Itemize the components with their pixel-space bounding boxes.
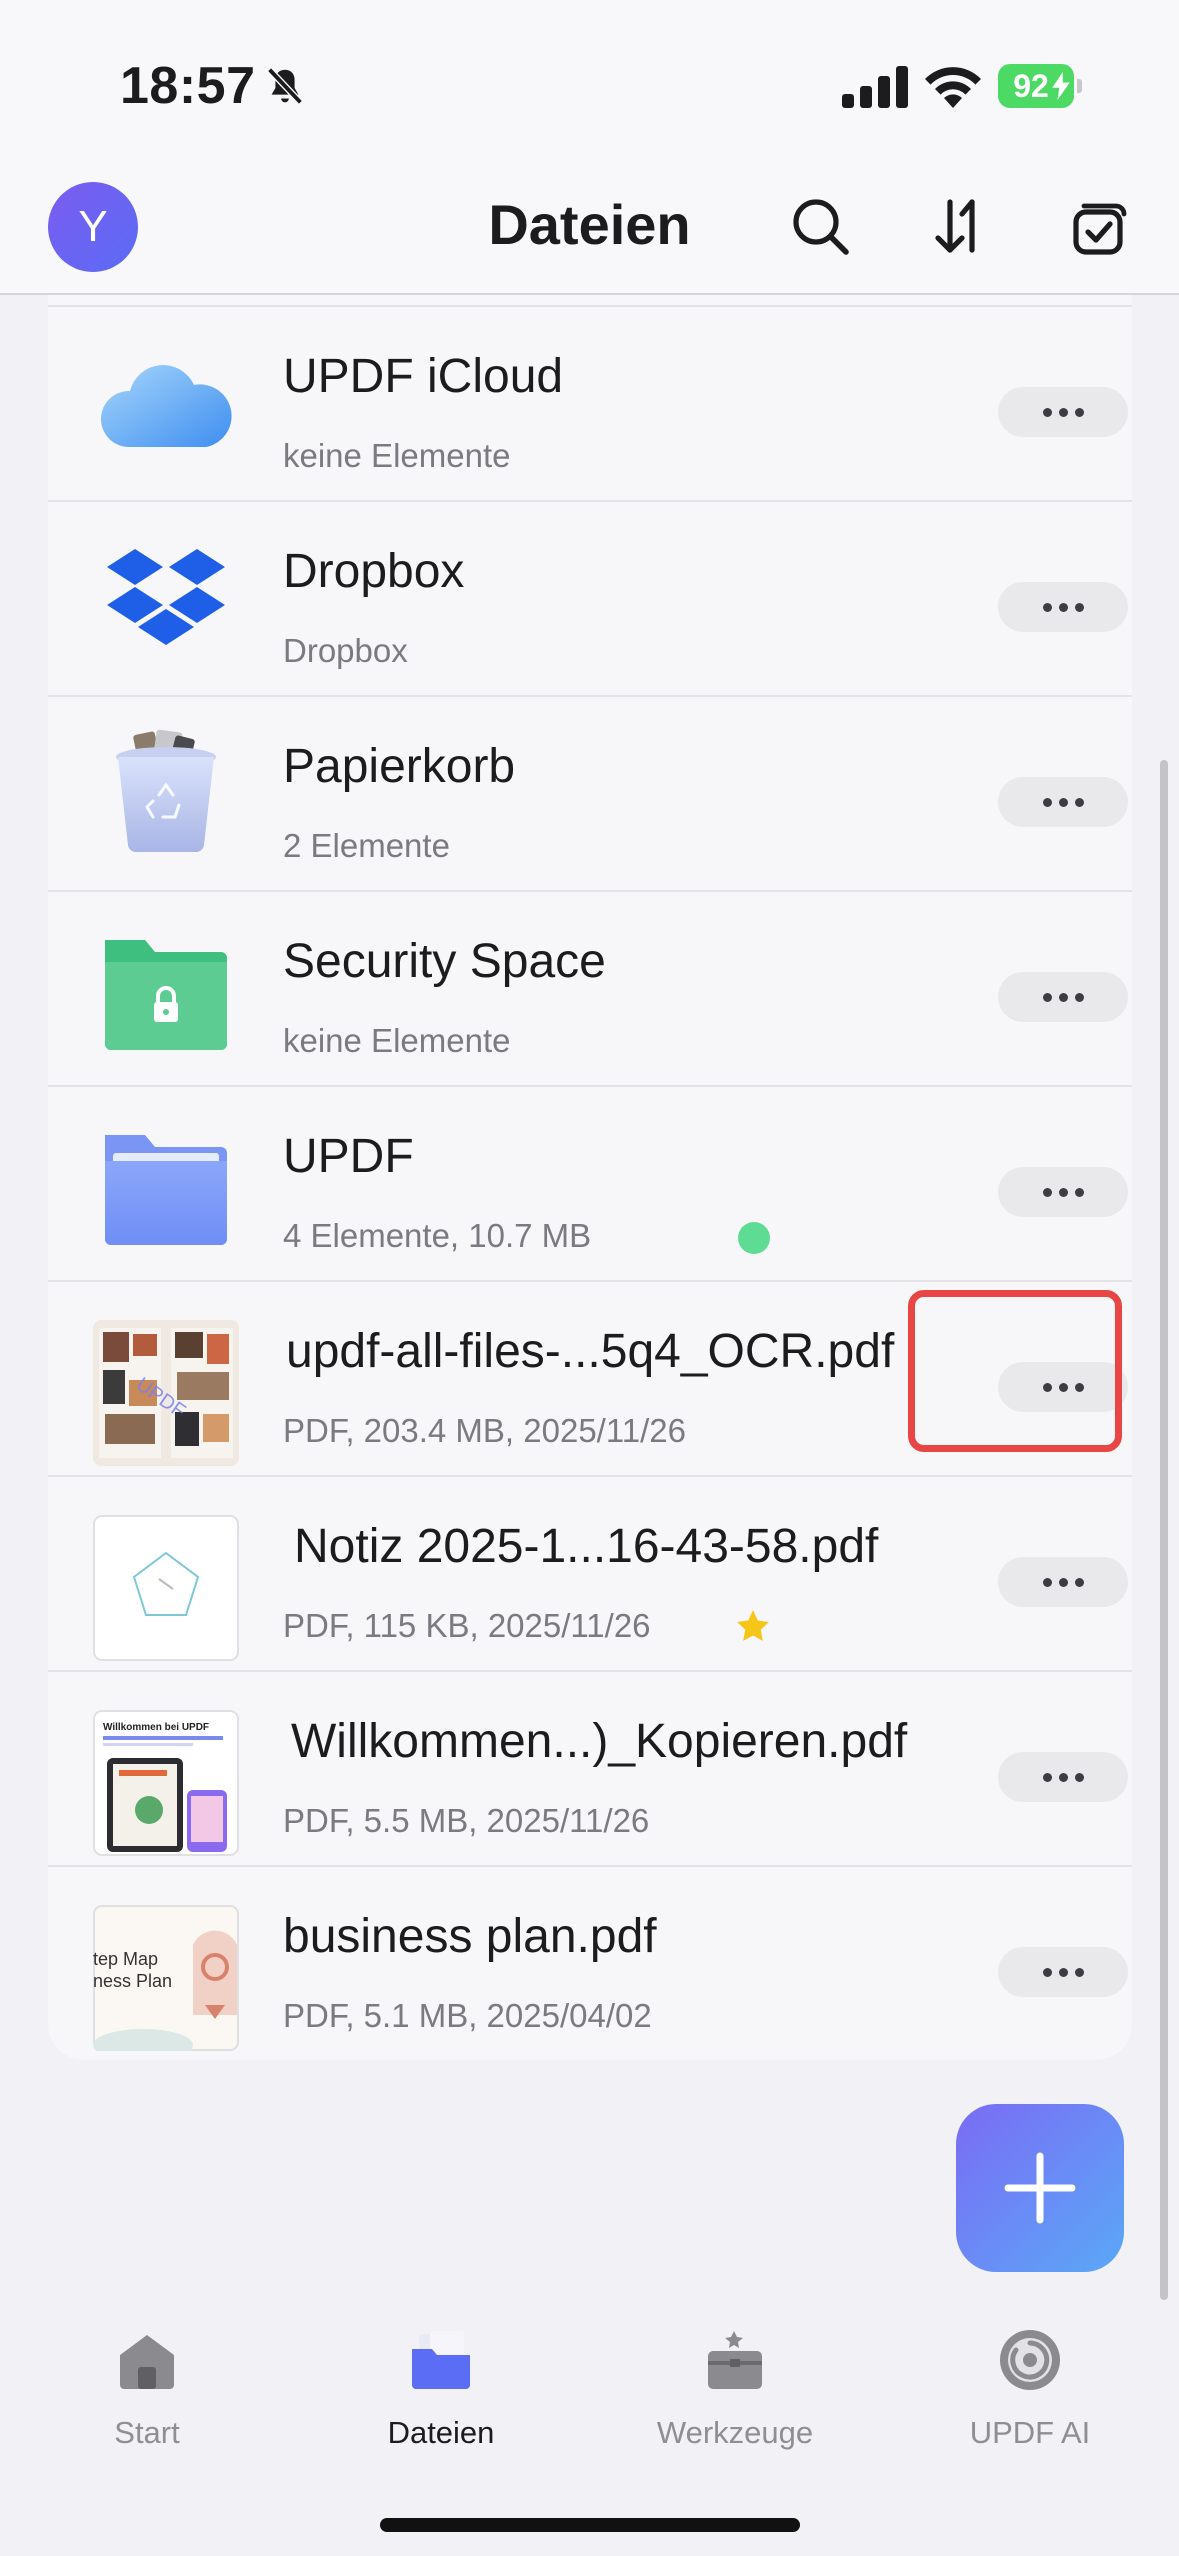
select-multiple-icon[interactable] [1068,194,1132,258]
battery-level: 92 [1013,67,1049,104]
item-name: UPDF iCloud [283,350,564,403]
tab-label: Dateien [387,2415,495,2450]
thumb-text-willkommen: Willkommen bei UPDF [103,1722,209,1733]
sync-status-dot [738,1222,770,1254]
pdf-thumbnail [93,1515,239,1661]
item-meta: 2 Elemente [283,827,450,864]
status-time: 18:57 [120,57,256,115]
navigation-bar: Y Dateien [0,170,1179,295]
svg-text:ness Plan: ness Plan [93,1971,172,1991]
dropbox-icon [107,549,225,645]
svg-text:tep Map: tep Map [93,1949,158,1969]
item-meta: 4 Elemente, 10.7 MB [283,1217,592,1254]
list-item-papierkorb[interactable]: Papierkorb 2 Elemente [48,697,1132,892]
icloud-icon [100,365,232,447]
list-item-dropbox[interactable]: Dropbox Dropbox [48,502,1132,697]
pdf-thumbnail: Willkommen bei UPDF [93,1710,239,1856]
scrollbar[interactable] [1160,760,1168,2300]
plus-icon [1004,2152,1076,2224]
item-meta: keine Elemente [283,437,511,474]
list-item-pdf-business-plan[interactable]: tep Map ness Plan business plan.pdf PDF,… [48,1867,1132,2062]
pdf-thumbnail: UPDF [93,1320,239,1466]
item-name: business plan.pdf [283,1910,657,1963]
folder-icon [105,1135,227,1245]
trash-icon [116,729,216,853]
item-meta: PDF, 5.1 MB, 2025/04/02 [283,1997,652,2034]
more-options-button[interactable] [998,777,1128,827]
secure-folder-icon [105,940,227,1050]
ai-icon [1000,2330,1060,2390]
wifi-icon [925,67,981,108]
cellular-signal-icon [842,66,908,108]
item-meta: PDF, 203.4 MB, 2025/11/26 [283,1412,686,1449]
item-meta: Dropbox [283,632,408,669]
tab-dateien[interactable]: Dateien [321,2325,561,2465]
more-options-button[interactable] [998,582,1128,632]
toolbox-icon [708,2331,762,2389]
battery-indicator: 92 [998,64,1082,108]
bell-muted-icon [267,67,303,105]
item-meta: PDF, 5.5 MB, 2025/11/26 [283,1802,650,1839]
page-title: Dateien [488,193,691,256]
item-meta: keine Elemente [283,1022,511,1059]
add-button[interactable] [956,2104,1124,2272]
more-options-button[interactable] [998,1167,1128,1217]
item-name: Dropbox [283,545,465,598]
list-top-edge [48,295,1132,307]
pdf-thumbnail: tep Map ness Plan [93,1905,239,2051]
tab-label: UPDF AI [969,2415,1091,2450]
more-options-button[interactable] [998,972,1128,1022]
tab-updf-ai[interactable]: UPDF AI [910,2325,1150,2465]
list-item-security-space[interactable]: Security Space keine Elemente [48,892,1132,1087]
home-indicator [380,2518,800,2532]
tab-label: Start [114,2415,180,2450]
tab-werkzeuge[interactable]: Werkzeuge [615,2325,855,2465]
search-icon[interactable] [788,194,852,258]
highlight-annotation-box [908,1290,1122,1452]
more-options-button[interactable] [998,387,1128,437]
list-item-pdf-notiz[interactable]: Notiz 2025-1...16-43-58.pdf PDF, 115 KB,… [48,1477,1132,1672]
file-list: UPDF iCloud keine Elemente Dropbox Dropb… [48,295,1132,2060]
sort-icon[interactable] [928,194,992,258]
tab-label: Werkzeuge [656,2415,814,2450]
item-name: updf-all-files-...5q4_OCR.pdf [286,1325,895,1378]
item-name: Willkommen...)_Kopieren.pdf [291,1715,908,1768]
charging-bolt-icon [1052,72,1070,100]
tab-start[interactable]: Start [27,2325,267,2465]
more-options-button[interactable] [998,1947,1128,1997]
home-icon [120,2335,174,2389]
more-options-button[interactable] [998,1752,1128,1802]
item-name: UPDF [283,1130,414,1183]
list-item-pdf-willkommen[interactable]: Willkommen bei UPDF Willkommen...)_Kopie… [48,1672,1132,1867]
item-meta: PDF, 115 KB, 2025/11/26 [283,1607,651,1644]
favorite-star-icon[interactable] [734,1607,772,1645]
list-item-updf-icloud[interactable]: UPDF iCloud keine Elemente [48,307,1132,502]
status-bar: 18:57 92 [0,0,1179,170]
item-name: Security Space [283,935,606,988]
item-name: Notiz 2025-1...16-43-58.pdf [294,1520,879,1573]
more-options-button[interactable] [998,1557,1128,1607]
item-name: Papierkorb [283,740,516,793]
files-icon [412,2331,470,2389]
list-item-updf-folder[interactable]: UPDF 4 Elemente, 10.7 MB [48,1087,1132,1282]
